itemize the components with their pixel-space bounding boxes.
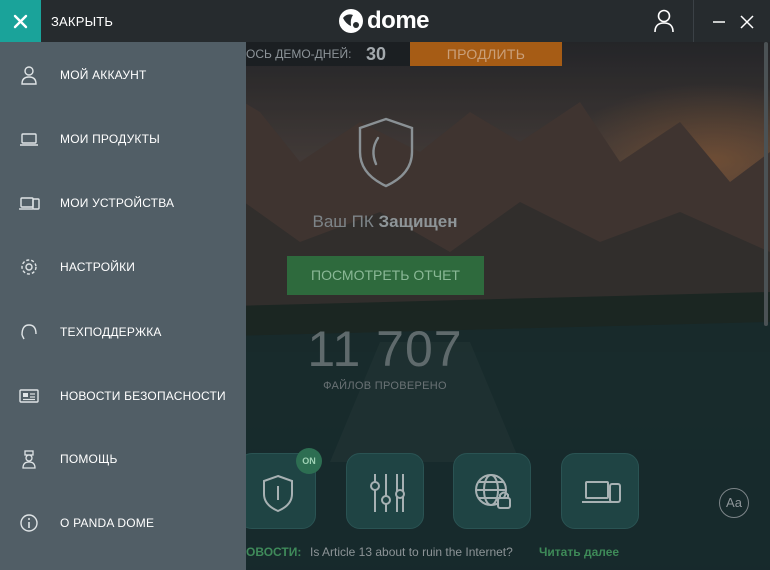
menu-item-label: О PANDA DOME [60, 516, 155, 530]
status-prefix: Ваш ПК [312, 212, 374, 231]
menu-item-products[interactable]: МОИ ПРОДУКТЫ [0, 117, 246, 161]
window-close-icon[interactable] [737, 12, 757, 32]
settings-tile[interactable] [346, 453, 424, 529]
minimize-icon[interactable] [709, 12, 729, 32]
menu-item-label: ТЕХПОДДЕРЖКА [60, 325, 162, 339]
menu-item-label: МОИ УСТРОЙСТВА [60, 196, 175, 210]
devices-icon [582, 481, 621, 503]
close-menu-button[interactable] [0, 0, 41, 42]
antivirus-on-badge: ON [296, 448, 322, 474]
devices-icon [19, 197, 40, 210]
globe-lock-icon [475, 474, 511, 509]
read-more-link[interactable]: Читать далее [539, 545, 619, 559]
headset-icon [21, 324, 37, 340]
news-label: ОВОСТИ: [246, 545, 302, 559]
newspaper-icon [19, 389, 39, 403]
menu-item-settings[interactable]: НАСТРОЙКИ [0, 245, 246, 289]
sliders-icon [370, 474, 405, 512]
files-scanned-count: 11 707 [307, 321, 463, 377]
view-report-button[interactable]: ПОСМОТРЕТЬ ОТЧЕТ [287, 256, 484, 295]
panda-dome-logo: dome [338, 7, 430, 35]
title-bar: ЗАКРЫТЬ dome [0, 0, 770, 42]
close-menu-label[interactable]: ЗАКРЫТЬ [51, 14, 113, 29]
side-menu: МОЙ АККАУНТ МОИ ПРОДУКТЫ МОИ УСТРОЙСТВА … [0, 42, 246, 570]
extend-button[interactable]: ПРОДЛИТЬ [410, 42, 562, 66]
menu-item-label: НОВОСТИ БЕЗОПАСНОСТИ [60, 389, 226, 403]
help-person-icon [22, 450, 36, 469]
font-size-button[interactable]: Aa [719, 488, 749, 518]
menu-item-label: МОИ ПРОДУКТЫ [60, 132, 160, 146]
devices-tile[interactable] [561, 453, 639, 529]
news-headline[interactable]: Is Article 13 about to ruin the Internet… [310, 545, 513, 559]
user-icon[interactable] [646, 7, 682, 35]
menu-item-label: ПОМОЩЬ [60, 452, 118, 466]
scrollbar[interactable] [764, 42, 768, 326]
demo-days-label: ОСЬ ДЕМО-ДНЕЙ: [246, 47, 352, 61]
close-icon [13, 14, 28, 29]
titlebar-divider [693, 0, 694, 42]
protection-status: Ваш ПК Защищен [246, 212, 524, 232]
menu-item-support[interactable]: ТЕХПОДДЕРЖКА [0, 310, 246, 354]
menu-item-about[interactable]: О PANDA DOME [0, 501, 246, 545]
user-icon [21, 66, 37, 85]
menu-item-help[interactable]: ПОМОЩЬ [0, 437, 246, 481]
menu-item-label: НАСТРОЙКИ [60, 260, 136, 274]
demo-days-count: 30 [366, 44, 387, 64]
status-state: Защищен [378, 212, 458, 231]
panda-logo-icon [339, 9, 363, 33]
menu-item-label: МОЙ АККАУНТ [60, 68, 147, 82]
gear-icon [21, 259, 37, 275]
menu-item-security-news[interactable]: НОВОСТИ БЕЗОПАСНОСТИ [0, 374, 246, 418]
brand-name: dome [367, 7, 430, 34]
menu-item-account[interactable]: МОЙ АККАУНТ [0, 53, 246, 97]
files-scanned-label: ФАЙЛОВ ПРОВЕРЕНО [323, 380, 447, 392]
menu-item-devices[interactable]: МОИ УСТРОЙСТВА [0, 181, 246, 225]
protection-shield-icon [358, 117, 414, 188]
web-protection-tile[interactable] [453, 453, 531, 529]
info-icon [20, 514, 38, 532]
laptop-icon [20, 133, 38, 146]
